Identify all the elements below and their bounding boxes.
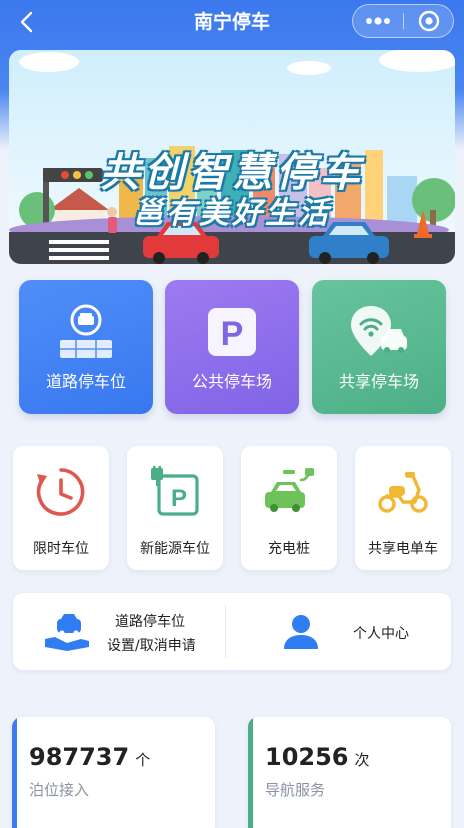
road-parking-apply-button[interactable]: 道路停车位 设置/取消申请 — [13, 593, 225, 670]
berth-access-value: 987737 个 — [29, 743, 151, 771]
public-parking-label: 公共停车场 — [191, 372, 272, 391]
personal-center-label: 个人中心 — [353, 626, 409, 642]
scooter-icon — [378, 472, 428, 513]
more-dots-icon[interactable] — [353, 5, 403, 37]
ev-parking-label: 新能源车位 — [140, 541, 210, 557]
road-parking-apply-subtitle: 设置/取消申请 — [107, 638, 196, 654]
stat-accent-bar — [12, 717, 17, 828]
shared-parking-label: 共享停车场 — [338, 372, 419, 391]
stat-accent-bar — [248, 717, 253, 828]
svg-text:P: P — [221, 315, 244, 353]
navigation-service-stat: 10256 次 导航服务 — [248, 717, 451, 828]
parking-p-icon: P — [208, 308, 256, 356]
road-parking-apply-title: 道路停车位 — [115, 614, 185, 630]
public-parking-card[interactable]: P 公共停车场 — [165, 280, 299, 414]
ev-parking-card[interactable]: P 新能源车位 — [127, 446, 223, 570]
charging-pile-label: 充电桩 — [268, 541, 310, 557]
mini-program-capsule — [352, 4, 454, 38]
promo-banner[interactable]: 共创智慧停车 邕有美好生活 — [9, 50, 455, 264]
charging-car-icon — [265, 468, 314, 512]
timed-parking-label: 限时车位 — [33, 541, 89, 557]
ev-parking-icon: P — [151, 466, 199, 516]
road-parking-label: 道路停车位 — [45, 372, 126, 391]
shared-ebike-label: 共享电单车 — [368, 541, 438, 557]
navigation-service-value: 10256 次 — [265, 743, 370, 771]
target-circle-icon[interactable] — [404, 5, 454, 37]
berth-access-stat: 987737 个 泊位接入 — [12, 717, 215, 828]
charging-pile-card[interactable]: 充电桩 — [241, 446, 337, 570]
car-hand-icon — [45, 614, 89, 651]
navigation-service-caption: 导航服务 — [265, 781, 326, 799]
shared-parking-card[interactable]: 共享停车场 — [312, 280, 446, 414]
banner-subheadline: 邕有美好生活 — [133, 196, 331, 231]
personal-center-button[interactable]: 个人中心 — [226, 593, 451, 670]
berth-access-caption: 泊位接入 — [29, 781, 90, 799]
road-parking-card[interactable]: 道路停车位 — [19, 280, 153, 414]
shared-ebike-card[interactable]: 共享电单车 — [355, 446, 451, 570]
nav-bar: 南宁停车 — [0, 0, 464, 44]
timed-parking-card[interactable]: 限时车位 — [13, 446, 109, 570]
shared-parking-icon — [351, 306, 407, 356]
service-row: 道路停车位 设置/取消申请 个人中心 — [13, 593, 451, 670]
road-parking-icon — [60, 304, 112, 358]
svg-text:P: P — [171, 485, 187, 512]
user-icon — [284, 615, 318, 649]
timer-icon — [36, 468, 85, 516]
